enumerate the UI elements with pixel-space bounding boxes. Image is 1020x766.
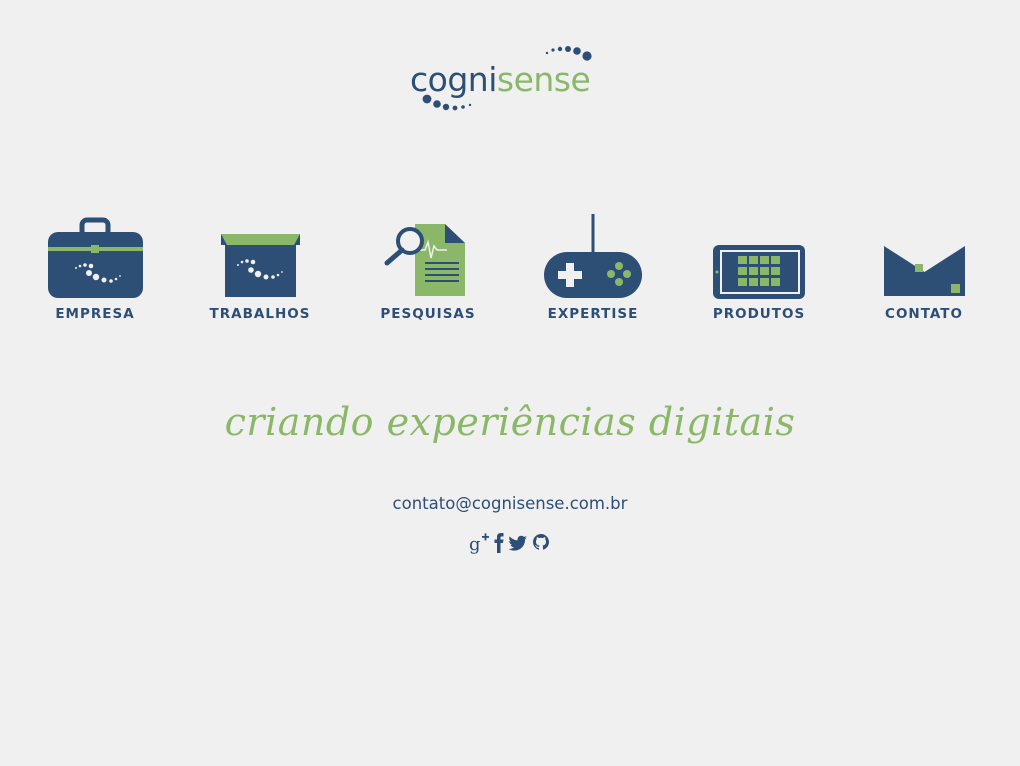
gamepad-icon [544,214,642,298]
nav-item-produtos[interactable]: PRODUTOS [684,210,834,328]
nav-item-expertise[interactable]: EXPERTISE [518,210,668,328]
nav-item-contato[interactable]: CONTATO [849,210,999,328]
envelope-icon [884,246,965,296]
svg-text:g: g [469,534,481,555]
facebook-icon[interactable] [493,531,505,555]
box-icon [221,234,300,297]
page: cognisense EMPRESA TRABALHOS PESQUISAS E… [0,0,1020,766]
nav-label-pesquisas: PESQUISAS [380,306,476,322]
briefcase-icon [48,217,143,298]
social-links: g [468,531,551,555]
nav-item-empresa[interactable]: EMPRESA [20,210,170,328]
nav-label-expertise: EXPERTISE [547,306,639,322]
logo-part-1: co [410,60,448,99]
github-icon[interactable] [531,531,551,555]
nav-label-trabalhos: TRABALHOS [209,306,311,322]
nav-label-empresa: EMPRESA [55,306,135,322]
email-link-wrap: contato@cognisense.com.br [0,494,1020,513]
tablet-icon [713,245,805,299]
logo-part-3: sense [496,60,591,99]
logo-wordmark: cognisense [410,60,591,100]
email-link[interactable]: contato@cognisense.com.br [393,494,628,513]
nav-label-produtos: PRODUTOS [712,306,806,322]
twitter-icon[interactable] [508,531,528,555]
google-plus-icon[interactable]: g [468,531,490,555]
nav-item-pesquisas[interactable]: PESQUISAS [353,210,503,328]
document-search-icon [384,224,465,296]
logo[interactable]: cognisense [410,40,610,116]
nav-item-trabalhos[interactable]: TRABALHOS [185,210,335,328]
tagline: criando experiências digitais [224,400,796,444]
nav-label-contato: CONTATO [885,306,963,322]
logo-part-2: gni [447,60,497,99]
